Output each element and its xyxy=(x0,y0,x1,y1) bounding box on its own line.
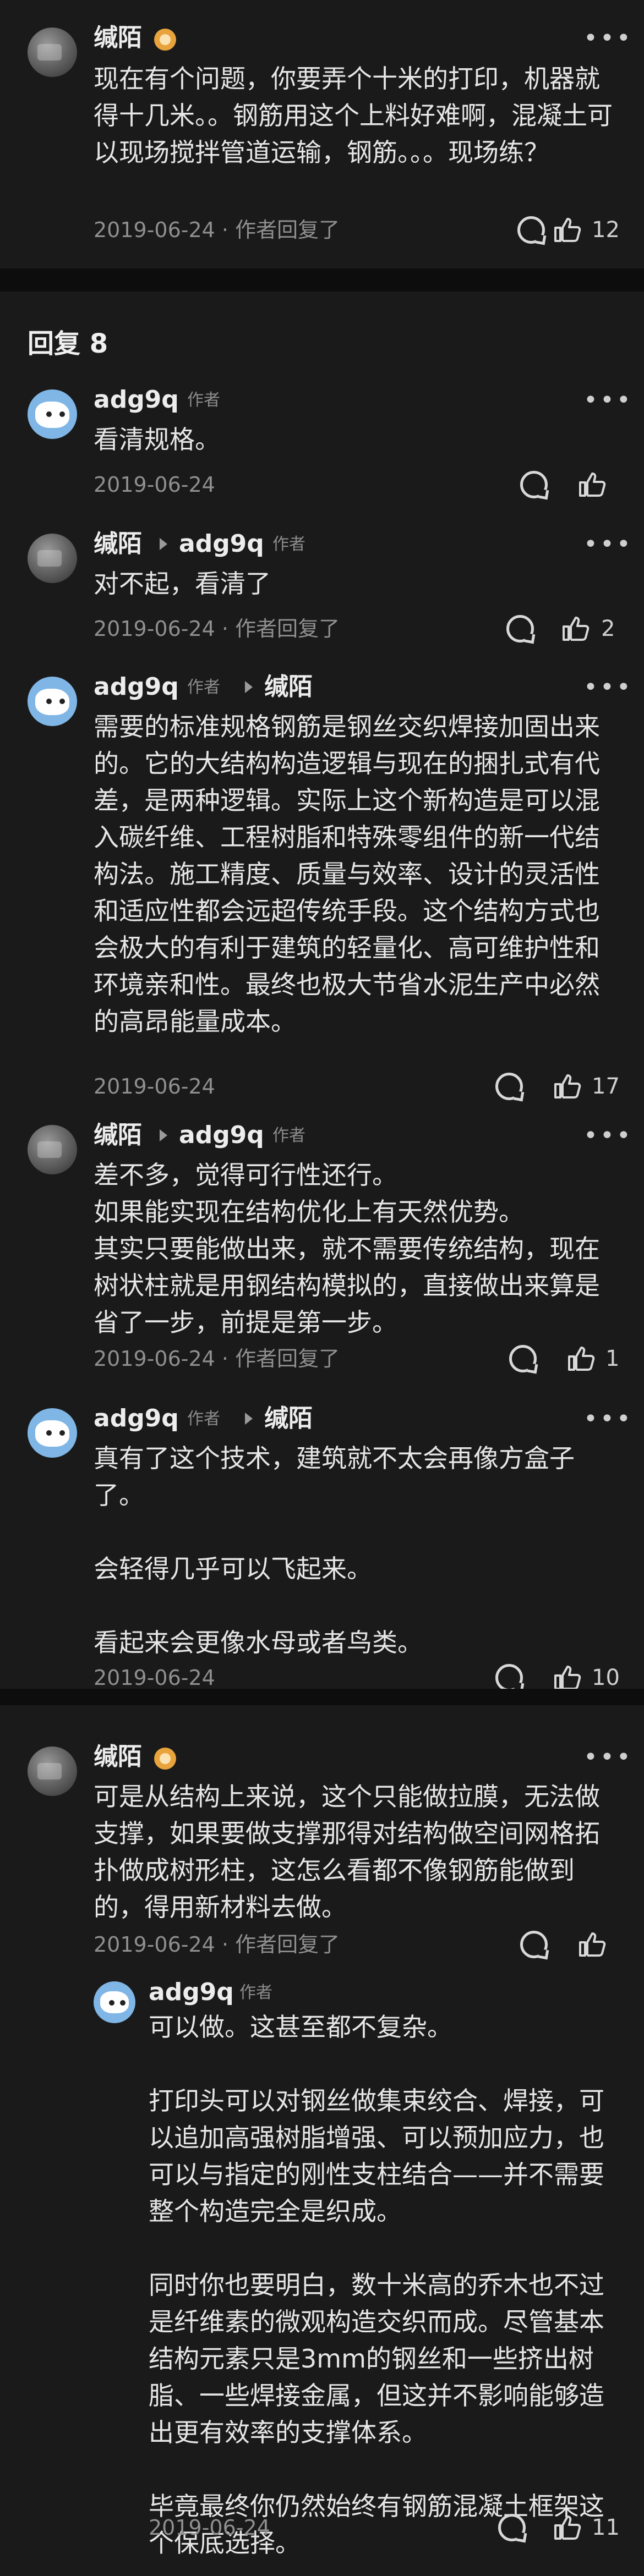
divider xyxy=(0,268,644,292)
more-dots-icon[interactable]: ••• xyxy=(583,1407,633,1431)
like-count: 1 xyxy=(605,1346,620,1371)
reply-bubble-icon[interactable] xyxy=(520,1931,548,1958)
username[interactable]: 缄陌 xyxy=(94,23,142,53)
thumbs-up-icon[interactable] xyxy=(553,216,582,243)
avatar[interactable] xyxy=(28,1408,77,1458)
user-badge-icon xyxy=(154,1748,176,1770)
reply-to-username[interactable]: adg9q xyxy=(179,529,264,559)
reply-bubble-icon[interactable] xyxy=(498,2514,526,2541)
comment-text: 现在有个问题，你要弄个十米的打印，机器就得十几米。。钢筋用这个上料好难啊，混凝土… xyxy=(94,64,613,167)
reply-text: 对不起，看清了 xyxy=(94,569,271,598)
reply-meta: 2019-06-24 xyxy=(94,1664,215,1691)
like-count: 17 xyxy=(592,1074,620,1099)
reply-bubble-icon[interactable] xyxy=(506,615,534,642)
reply-to-arrow-icon xyxy=(160,538,167,550)
reply-meta: 2019-06-24 · 作者回复了 xyxy=(94,1347,340,1371)
author-tag: 作者 xyxy=(187,391,220,410)
author-tag: 作者 xyxy=(272,535,305,554)
author-tag: 作者 xyxy=(187,1409,220,1429)
more-dots-icon[interactable]: ••• xyxy=(583,26,633,51)
user-badge-icon xyxy=(154,29,176,51)
reply-meta: 2019-06-24 · 作者回复了 xyxy=(94,617,340,641)
reply-to-username[interactable]: 缄陌 xyxy=(264,1404,313,1433)
username[interactable]: adg9q xyxy=(94,1404,179,1433)
reply-meta: 2019-06-24 xyxy=(149,2514,270,2541)
reply-text: 真有了这个技术，建筑就不太会再像方盒子了。 会轻得几乎可以飞起来。 看起来会更像… xyxy=(94,1443,575,1657)
reply-text: 可以做。这甚至都不复杂。 打印头可以对钢丝做集束绞合、焊接，可以追加高强树脂增强… xyxy=(149,2012,604,2558)
reply-bubble-icon[interactable] xyxy=(517,216,545,244)
reply-to-arrow-icon xyxy=(245,681,253,693)
avatar[interactable] xyxy=(28,1746,77,1796)
author-tag: 作者 xyxy=(239,1983,272,2002)
author-replied-label: 作者回复了 xyxy=(235,1932,340,1957)
reply-date: 2019-06-24 xyxy=(149,2515,270,2540)
reply-date: 2019-06-24 xyxy=(94,1347,215,1371)
reply-date: 2019-06-24 xyxy=(94,1666,215,1690)
author-tag: 作者 xyxy=(272,1126,305,1145)
reply-text: 差不多，觉得可行性还行。 如果能实现在结构优化上有天然优势。 其实只要能做出来，… xyxy=(94,1160,600,1337)
avatar[interactable] xyxy=(94,1981,135,2023)
thumbs-up-icon[interactable] xyxy=(553,1663,582,1691)
username[interactable]: 缄陌 xyxy=(94,1121,142,1150)
username[interactable]: adg9q xyxy=(94,385,179,415)
thumbs-up-icon[interactable] xyxy=(578,470,607,498)
like-count: 11 xyxy=(592,2515,620,2540)
reply-bubble-icon[interactable] xyxy=(520,471,548,498)
reply-date: 2019-06-24 xyxy=(94,617,215,641)
avatar[interactable] xyxy=(28,28,77,77)
reply-bubble-icon[interactable] xyxy=(495,1664,523,1691)
section-title: 回复 8 xyxy=(28,328,108,359)
like-count: 10 xyxy=(592,1665,620,1690)
reply-date: 2019-06-24 xyxy=(94,1074,215,1098)
reply-to-arrow-icon xyxy=(160,1129,167,1141)
thumbs-up-icon[interactable] xyxy=(578,1930,607,1958)
like-count: 2 xyxy=(601,616,615,641)
divider xyxy=(0,1689,644,1705)
avatar[interactable] xyxy=(28,1125,77,1174)
more-dots-icon[interactable]: ••• xyxy=(583,388,633,413)
more-dots-icon[interactable]: ••• xyxy=(583,1745,633,1770)
username[interactable]: 缄陌 xyxy=(94,1742,142,1772)
comment-date: 2019-06-24 xyxy=(94,1932,215,1957)
thumbs-up-icon[interactable] xyxy=(553,2513,582,2541)
comment-text: 可是从结构上来说，这个只能做拉膜，无法做支撑，如果要做支撑那得对结构做空间网格拓… xyxy=(94,1782,600,1922)
reply-to-arrow-icon xyxy=(245,1413,253,1425)
author-replied-label: 作者回复了 xyxy=(235,1347,340,1371)
thumbs-up-icon[interactable] xyxy=(561,614,590,642)
more-dots-icon[interactable]: ••• xyxy=(583,675,633,700)
username[interactable]: 缄陌 xyxy=(94,529,142,559)
more-dots-icon[interactable]: ••• xyxy=(583,532,633,557)
avatar[interactable] xyxy=(28,534,77,583)
comment-meta: 2019-06-24 · 作者回复了 xyxy=(94,218,340,242)
reply-bubble-icon[interactable] xyxy=(509,1345,537,1372)
like-count: 12 xyxy=(592,217,620,243)
author-replied-label: 作者回复了 xyxy=(235,218,340,242)
reply-text: 看清规格。 xyxy=(94,425,220,454)
comment-date: 2019-06-24 xyxy=(94,218,215,242)
author-replied-label: 作者回复了 xyxy=(235,617,340,641)
more-dots-icon[interactable]: ••• xyxy=(583,1124,633,1148)
thumbs-up-icon[interactable] xyxy=(567,1344,596,1372)
reply-bubble-icon[interactable] xyxy=(495,1073,523,1100)
reply-meta: 2019-06-24 xyxy=(94,1073,215,1100)
reply-meta: 2019-06-24 xyxy=(94,471,215,498)
avatar[interactable] xyxy=(28,389,77,439)
reply-text: 需要的标准规格钢筋是钢丝交织焊接加固出来的。它的大结构构造逻辑与现在的捆扎式有代… xyxy=(94,712,600,1036)
username[interactable]: adg9q xyxy=(94,672,179,702)
author-tag: 作者 xyxy=(187,678,220,697)
reply-to-username[interactable]: 缄陌 xyxy=(264,672,313,702)
comment-meta: 2019-06-24 · 作者回复了 xyxy=(94,1932,340,1957)
reply-date: 2019-06-24 xyxy=(94,473,215,497)
avatar[interactable] xyxy=(28,677,77,726)
reply-to-username[interactable]: adg9q xyxy=(179,1121,264,1150)
username[interactable]: adg9q xyxy=(149,1978,234,2007)
thumbs-up-icon[interactable] xyxy=(553,1072,582,1100)
